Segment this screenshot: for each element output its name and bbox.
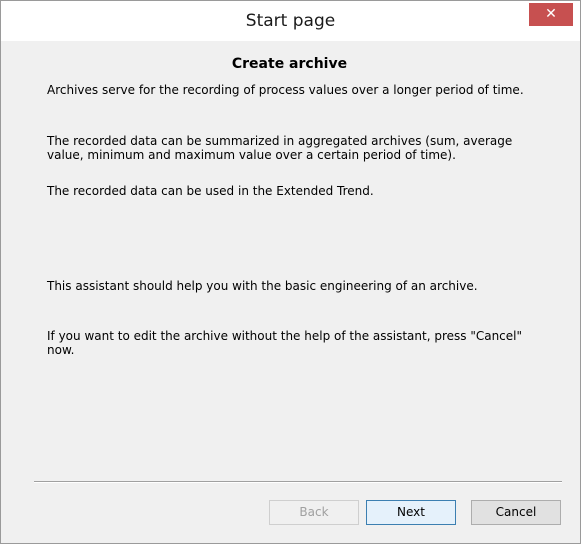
cancel-button[interactable]: Cancel [471,500,561,525]
title-bar[interactable]: Start page ✕ [1,1,580,41]
back-button[interactable]: Back [269,500,359,525]
footer-separator [34,481,562,483]
dialog-content: Create archive Archives serve for the re… [9,41,570,535]
trend-paragraph: The recorded data can be used in the Ext… [47,184,374,198]
next-button[interactable]: Next [366,500,456,525]
assistant-paragraph: This assistant should help you with the … [47,279,478,293]
cancel-hint-paragraph: If you want to edit the archive without … [47,329,523,357]
close-icon: ✕ [545,6,557,22]
start-page-dialog: Start page ✕ Create archive Archives ser… [0,0,581,544]
page-heading: Create archive [231,56,348,72]
window-title: Start page [245,11,336,31]
aggregation-paragraph: The recorded data can be summarized in a… [47,134,513,162]
intro-paragraph: Archives serve for the recording of proc… [47,83,524,97]
close-button[interactable]: ✕ [529,3,573,26]
